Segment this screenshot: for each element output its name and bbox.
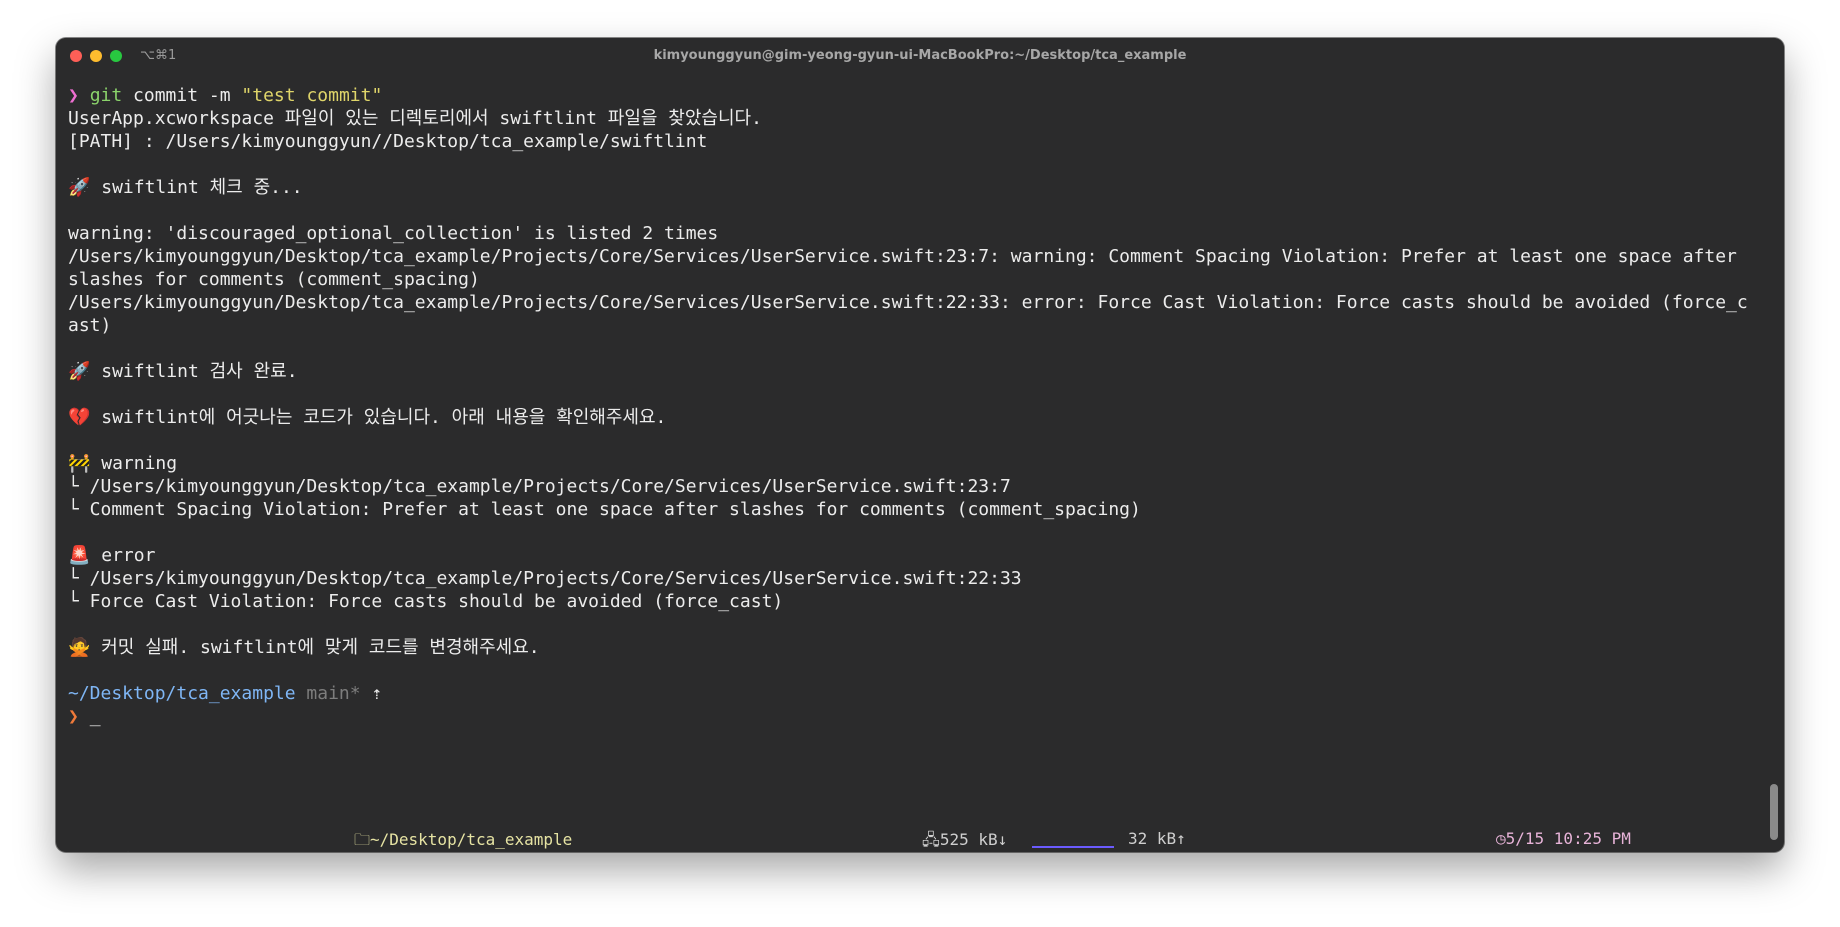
command-message: "test commit" (241, 85, 383, 106)
output-line: /Users/kimyounggyun/Desktop/tca_example/… (68, 292, 1748, 336)
command-git: git (89, 85, 123, 106)
status-network-down: 🖧525 kB↓ (922, 830, 1008, 849)
status-bar: 🗀~/Desktop/tca_example 🖧525 kB↓ 32 kB↑ ◷… (56, 826, 1784, 852)
command-line: ❯ git commit -m "test commit" (68, 84, 1754, 107)
title-bar: ⌥⌘1 kimyounggyun@gim-yeong-gyun-ui-MacBo… (56, 38, 1784, 74)
output-line: 🚀 swiftlint 검사 완료. (68, 361, 298, 382)
user-icon (64, 829, 134, 852)
input-line[interactable]: ❯ _ (68, 705, 1754, 728)
output-line: └ Force Cast Violation: Force casts shou… (68, 591, 784, 612)
status-clock: ◷5/15 10:25 PM (1496, 829, 1631, 848)
output-line: 💔 swiftlint에 어긋나는 코드가 있습니다. 아래 내용을 확인해주세… (68, 407, 667, 428)
status-directory: 🗀~/Desktop/tca_example (354, 830, 573, 849)
output-line: 🚨 error (68, 545, 156, 566)
prompt-arrow: ❯ (68, 85, 79, 106)
output-line: UserApp.xcworkspace 파일이 있는 디렉토리에서 swiftl… (68, 108, 762, 129)
output-line: warning: 'discouraged_optional_collectio… (68, 223, 719, 244)
output-line: └ /Users/kimyounggyun/Desktop/tca_exampl… (68, 568, 1022, 589)
network-graph (1032, 832, 1114, 848)
output-line: └ /Users/kimyounggyun/Desktop/tca_exampl… (68, 476, 1011, 497)
scrollbar[interactable] (1770, 78, 1778, 848)
output-line: /Users/kimyounggyun/Desktop/tca_example/… (68, 246, 1748, 290)
terminal-output[interactable]: ❯ git commit -m "test commit" UserApp.xc… (68, 84, 1754, 728)
command-args: commit -m (122, 85, 242, 106)
output-line: 🚀 swiftlint 체크 중... (68, 177, 303, 198)
terminal-window: ⌥⌘1 kimyounggyun@gim-yeong-gyun-ui-MacBo… (56, 38, 1784, 852)
prompt-branch: main* (306, 683, 361, 704)
text-cursor: _ (89, 706, 101, 727)
status-network-up: 32 kB↑ (1128, 829, 1186, 848)
output-line: 🚧 warning (68, 453, 178, 474)
prompt-line: ~/Desktop/tca_example main* ⇡ (68, 682, 1754, 705)
push-arrow-icon: ⇡ (371, 683, 383, 704)
output-line: 🙅 커밋 실패. swiftlint에 맞게 코드를 변경해주세요. (68, 637, 540, 658)
prompt-cwd: ~/Desktop/tca_example (68, 683, 296, 704)
window-title: kimyounggyun@gim-yeong-gyun-ui-MacBookPr… (653, 48, 1187, 63)
output-line: [PATH] : /Users/kimyounggyun//Desktop/tc… (68, 131, 708, 152)
prompt-arrow: ❯ (68, 706, 79, 727)
output-line: └ Comment Spacing Violation: Prefer at l… (68, 499, 1141, 520)
